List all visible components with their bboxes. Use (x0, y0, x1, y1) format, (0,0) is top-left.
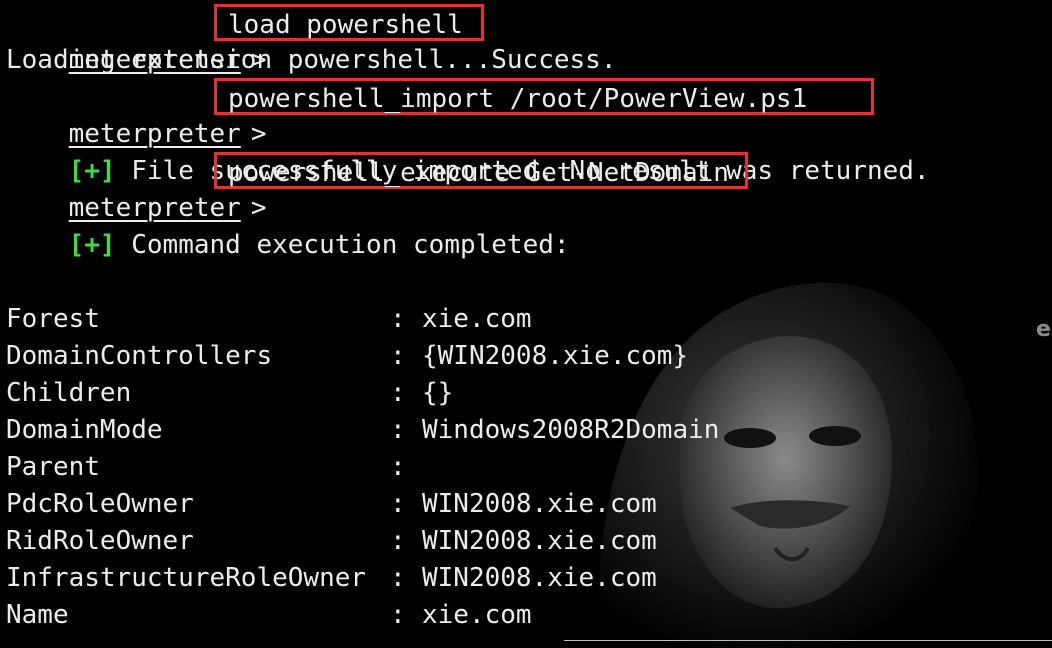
domain-info-key: DomainMode (6, 415, 163, 445)
key-value-separator: : (390, 526, 406, 556)
exec-result-text: Command execution completed: (131, 230, 570, 260)
domain-info-key: RidRoleOwner (6, 526, 194, 556)
domain-info-value: xie.com (422, 600, 532, 630)
domain-info-key: Name (6, 600, 69, 630)
command-load-powershell[interactable]: load powershell (214, 4, 484, 41)
partial-letter-glyph: e (1036, 318, 1051, 342)
domain-info-value: {WIN2008.xie.com} (422, 341, 689, 371)
key-value-separator: : (390, 378, 406, 408)
domain-info-value: WIN2008.xie.com (422, 489, 657, 519)
exec-result-line: [+] Command execution completed: (6, 190, 570, 260)
domain-info-value: WIN2008.xie.com (422, 563, 657, 593)
command-powershell-import[interactable]: powershell_import /root/PowerView.ps1 (214, 78, 874, 115)
domain-info-key: PdcRoleOwner (6, 489, 194, 519)
domain-info-key: Forest (6, 304, 100, 334)
domain-info-key: Children (6, 378, 132, 408)
key-value-separator: : (390, 563, 406, 593)
domain-info-value: xie.com (422, 304, 532, 334)
terminal-window[interactable]: e meterpreter > load powershell Loading e… (0, 0, 1052, 648)
command-powershell-execute[interactable]: powershell_execute Get-NetDomain (214, 152, 748, 189)
domain-info-key: InfrastructureRoleOwner (6, 563, 367, 593)
key-value-separator: : (390, 341, 406, 371)
bottom-divider (564, 640, 1052, 641)
key-value-separator: : (390, 304, 406, 334)
import-result-line: [+] File successfully imported. No resul… (6, 116, 930, 186)
domain-info-value: WIN2008.xie.com (422, 526, 657, 556)
domain-info-key: DomainControllers (6, 341, 273, 371)
key-value-separator: : (390, 489, 406, 519)
key-value-separator: : (390, 415, 406, 445)
domain-info-value: {} (422, 378, 454, 408)
domain-info-key: Parent (6, 452, 100, 482)
key-value-separator: : (390, 452, 406, 482)
success-marker: [+] (68, 230, 116, 260)
key-value-separator: : (390, 600, 406, 630)
loading-extension-output: Loading extension powershell...Success. (6, 45, 617, 75)
domain-info-value: Windows2008R2Domain (422, 415, 720, 445)
